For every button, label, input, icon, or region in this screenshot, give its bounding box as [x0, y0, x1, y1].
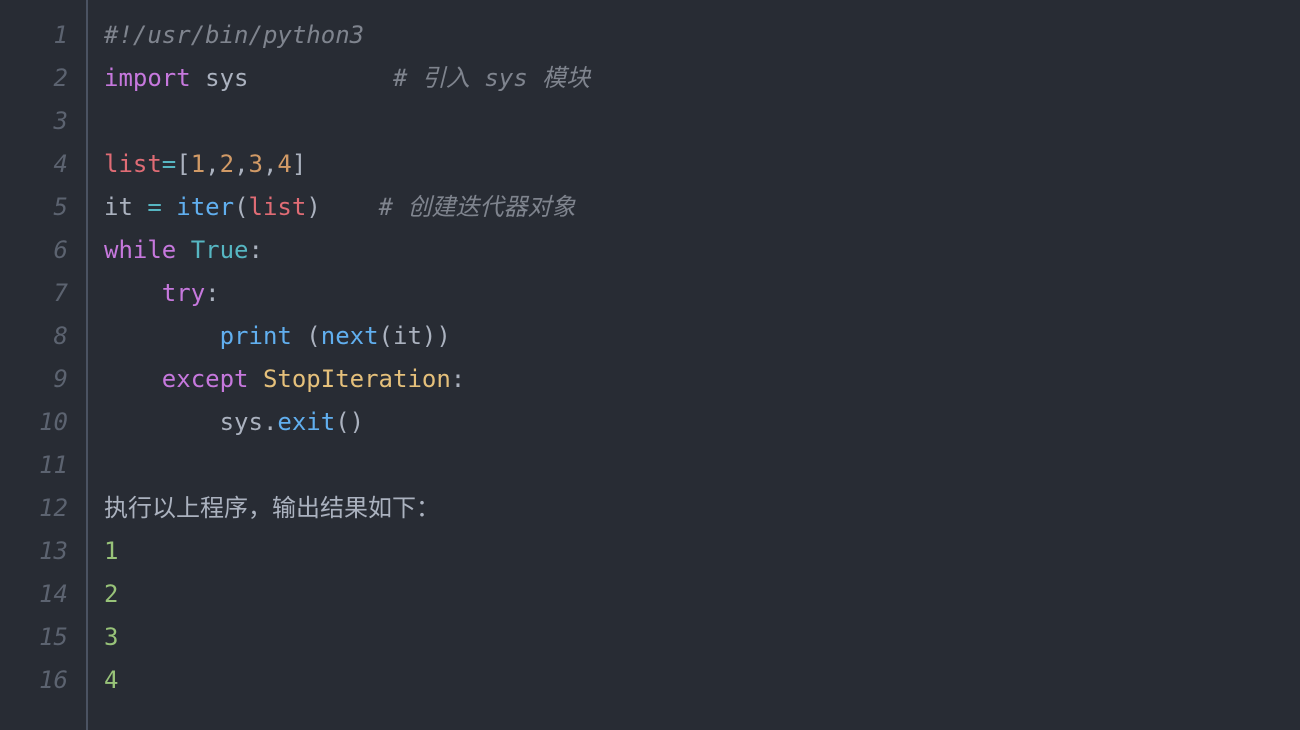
output-label: 执行以上程序，输出结果如下： — [104, 494, 440, 522]
colon: : — [249, 236, 263, 264]
keyword-import: import — [104, 64, 191, 92]
space — [292, 322, 306, 350]
code-area[interactable]: #!/usr/bin/python3 import sys # 引入 sys 模… — [88, 0, 1300, 730]
line-number: 2 — [0, 57, 86, 100]
fn-iter: iter — [176, 193, 234, 221]
code-line[interactable]: it = iter(list) # 创建迭代器对象 — [104, 186, 1300, 229]
number: 1 — [191, 150, 205, 178]
keyword-try: try — [162, 279, 205, 307]
space — [191, 64, 205, 92]
fn-exit: exit — [277, 408, 335, 436]
code-line[interactable]: 1 — [104, 530, 1300, 573]
line-number: 14 — [0, 573, 86, 616]
code-line[interactable]: try: — [104, 272, 1300, 315]
exc-stopiteration: StopIteration — [263, 365, 451, 393]
code-line[interactable]: 3 — [104, 616, 1300, 659]
const-true: True — [191, 236, 249, 264]
line-number: 12 — [0, 487, 86, 530]
comma: , — [234, 150, 248, 178]
line-number-gutter: 1 2 3 4 5 6 7 8 9 10 11 12 13 14 15 16 — [0, 0, 88, 730]
dot: . — [263, 408, 277, 436]
space — [176, 236, 190, 264]
paren-open: ( — [379, 322, 393, 350]
op-eq: = — [147, 193, 161, 221]
space — [162, 193, 176, 221]
shebang-comment: #!/usr/bin/python3 — [104, 21, 364, 49]
number: 3 — [249, 150, 263, 178]
comment: # 引入 sys 模块 — [393, 64, 590, 92]
line-number: 10 — [0, 401, 86, 444]
fn-next: next — [321, 322, 379, 350]
line-number: 5 — [0, 186, 86, 229]
line-number: 4 — [0, 143, 86, 186]
paren-close: ) — [436, 322, 450, 350]
indent — [104, 322, 220, 350]
bracket-open: [ — [176, 150, 190, 178]
code-line[interactable]: 2 — [104, 573, 1300, 616]
line-number: 8 — [0, 315, 86, 358]
var-list: list — [104, 150, 162, 178]
indent — [104, 365, 162, 393]
code-line[interactable] — [104, 100, 1300, 143]
var-it: it — [104, 193, 133, 221]
line-number: 16 — [0, 659, 86, 702]
code-line[interactable]: #!/usr/bin/python3 — [104, 14, 1300, 57]
space — [249, 64, 394, 92]
code-line[interactable]: 4 — [104, 659, 1300, 702]
output-value: 4 — [104, 666, 118, 694]
line-number: 1 — [0, 14, 86, 57]
number: 4 — [277, 150, 291, 178]
paren-open: ( — [306, 322, 320, 350]
number: 2 — [220, 150, 234, 178]
bracket-close: ] — [292, 150, 306, 178]
output-value: 2 — [104, 580, 118, 608]
comment: # 创建迭代器对象 — [379, 193, 576, 221]
space — [249, 365, 263, 393]
comma: , — [263, 150, 277, 178]
comma: , — [205, 150, 219, 178]
colon: : — [205, 279, 219, 307]
code-line[interactable]: import sys # 引入 sys 模块 — [104, 57, 1300, 100]
line-number: 3 — [0, 100, 86, 143]
code-line[interactable]: print (next(it)) — [104, 315, 1300, 358]
space — [133, 193, 147, 221]
line-number: 15 — [0, 616, 86, 659]
keyword-while: while — [104, 236, 176, 264]
line-number: 13 — [0, 530, 86, 573]
indent — [104, 408, 220, 436]
paren-open: ( — [335, 408, 349, 436]
var-it: it — [393, 322, 422, 350]
output-value: 1 — [104, 537, 118, 565]
code-line[interactable] — [104, 444, 1300, 487]
colon: : — [451, 365, 465, 393]
paren-close: ) — [350, 408, 364, 436]
paren-close: ) — [306, 193, 320, 221]
op-eq: = — [162, 150, 176, 178]
line-number: 9 — [0, 358, 86, 401]
line-number: 6 — [0, 229, 86, 272]
var-list: list — [249, 193, 307, 221]
fn-print: print — [220, 322, 292, 350]
line-number: 11 — [0, 444, 86, 487]
code-line[interactable]: sys.exit() — [104, 401, 1300, 444]
paren-close: ) — [422, 322, 436, 350]
code-line[interactable]: 执行以上程序，输出结果如下： — [104, 487, 1300, 530]
code-editor[interactable]: 1 2 3 4 5 6 7 8 9 10 11 12 13 14 15 16 #… — [0, 0, 1300, 730]
paren-open: ( — [234, 193, 248, 221]
output-value: 3 — [104, 623, 118, 651]
module-sys: sys — [220, 408, 263, 436]
keyword-except: except — [162, 365, 249, 393]
line-number: 7 — [0, 272, 86, 315]
code-line[interactable]: while True: — [104, 229, 1300, 272]
module-sys: sys — [205, 64, 248, 92]
indent — [104, 279, 162, 307]
code-line[interactable]: except StopIteration: — [104, 358, 1300, 401]
code-line[interactable]: list=[1,2,3,4] — [104, 143, 1300, 186]
space — [321, 193, 379, 221]
